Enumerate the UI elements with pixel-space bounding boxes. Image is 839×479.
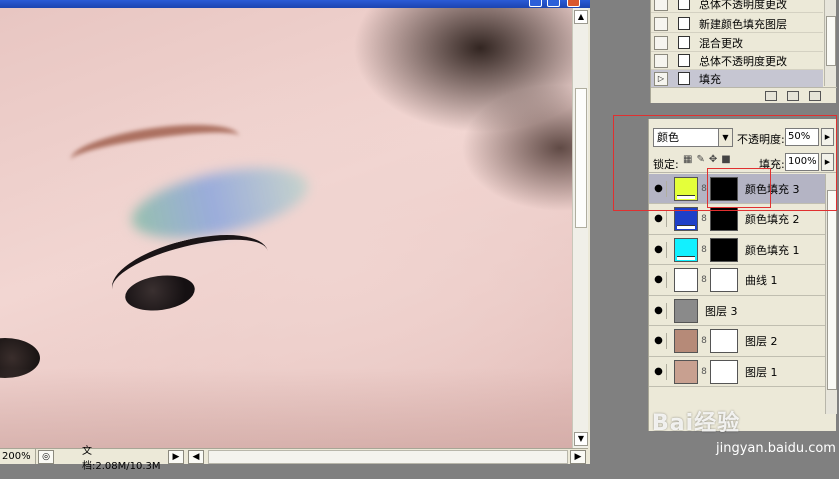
history-checkbox[interactable] bbox=[654, 0, 668, 11]
history-label: 总体不透明度更改 bbox=[699, 54, 787, 68]
navigator-icon[interactable]: ◎ bbox=[38, 449, 54, 464]
layer-name: 颜色填充 2 bbox=[745, 213, 800, 226]
image-canvas[interactable] bbox=[0, 8, 572, 448]
layer-mask-thumbnail[interactable] bbox=[710, 237, 738, 262]
document-info: 文档:2.08M/10.3M bbox=[82, 445, 161, 472]
link-chain-icon[interactable]: 8 bbox=[700, 275, 708, 285]
layer-row[interactable]: ● 8 图层 2 bbox=[649, 327, 825, 357]
layer-name: 颜色填充 1 bbox=[745, 243, 800, 257]
history-checkbox[interactable] bbox=[654, 16, 668, 31]
fill-layer-icon bbox=[677, 255, 695, 260]
layer-name: 图层 2 bbox=[745, 335, 778, 348]
photoshop-workspace: ▲ ▼ 200% ◎ 文档:2.08M/10.3M ▶ ◀ ▶ 总体不透明度更改… bbox=[0, 0, 839, 479]
layer-mask-thumbnail[interactable] bbox=[710, 359, 738, 384]
history-state-icon bbox=[678, 0, 690, 10]
eyebrow-region bbox=[68, 116, 242, 180]
zoom-level[interactable]: 200% bbox=[0, 449, 36, 464]
fill-layer-icon bbox=[677, 225, 695, 229]
layer-thumbnail[interactable] bbox=[674, 359, 698, 384]
history-item[interactable]: 总体不透明度更改 bbox=[651, 0, 823, 13]
layer-mask-thumbnail[interactable] bbox=[710, 329, 738, 353]
eye-icon[interactable]: ● bbox=[651, 302, 667, 319]
history-item[interactable]: 混合更改 bbox=[651, 34, 823, 52]
history-panel: 总体不透明度更改 新建颜色填充图层 混合更改 总体不透明度更改 ▷ 填充 bbox=[650, 0, 837, 103]
annotation-box-mask bbox=[707, 168, 771, 208]
layer-thumbnail[interactable] bbox=[674, 237, 698, 262]
eye-icon[interactable]: ● bbox=[651, 363, 667, 380]
layer-thumbnail[interactable] bbox=[674, 329, 698, 353]
maximize-button[interactable] bbox=[547, 0, 560, 7]
layer-row[interactable]: ● 8 颜色填充 1 bbox=[649, 235, 825, 265]
watermark-logo: Bai经验 bbox=[652, 405, 832, 445]
layer-row[interactable]: ● 8 曲线 1 bbox=[649, 266, 825, 296]
scroll-up-arrow-icon[interactable]: ▲ bbox=[574, 10, 588, 24]
history-state-icon bbox=[678, 72, 690, 85]
history-state-icon bbox=[678, 17, 690, 30]
new-document-from-state-icon[interactable] bbox=[765, 90, 777, 101]
trash-icon[interactable] bbox=[809, 90, 821, 101]
scroll-right-arrow-icon[interactable]: ▶ bbox=[570, 449, 586, 464]
history-label: 新建颜色填充图层 bbox=[699, 17, 787, 31]
history-checkbox[interactable]: ▷ bbox=[654, 71, 668, 86]
layers-scroll-thumb[interactable] bbox=[827, 190, 837, 390]
minimize-button[interactable] bbox=[529, 0, 542, 7]
history-label: 填充 bbox=[699, 72, 721, 86]
watermark-url: jingyan.baidu.com bbox=[716, 441, 836, 456]
history-checkbox[interactable] bbox=[654, 53, 668, 68]
document-title-bar[interactable] bbox=[0, 0, 590, 8]
status-bar: 200% ◎ 文档:2.08M/10.3M ▶ ◀ ▶ bbox=[0, 446, 588, 472]
history-scrollbar[interactable] bbox=[824, 0, 836, 86]
eye-icon[interactable]: ● bbox=[651, 211, 667, 227]
scroll-down-arrow-icon[interactable]: ▼ bbox=[574, 432, 588, 446]
history-state-icon bbox=[678, 54, 690, 67]
history-item[interactable]: 新建颜色填充图层 bbox=[651, 15, 823, 33]
link-chain-icon[interactable]: 8 bbox=[700, 367, 708, 377]
document-window: ▲ ▼ 200% ◎ 文档:2.08M/10.3M ▶ ◀ ▶ bbox=[0, 0, 590, 472]
eye-icon[interactable]: ● bbox=[651, 333, 667, 349]
history-checkbox[interactable] bbox=[654, 35, 668, 50]
cheek-region bbox=[0, 368, 572, 448]
layer-name: 图层 3 bbox=[705, 304, 738, 318]
scroll-left-arrow-icon[interactable]: ◀ bbox=[188, 449, 204, 464]
history-label: 总体不透明度更改 bbox=[699, 0, 787, 11]
history-state-icon bbox=[678, 36, 690, 49]
link-chain-icon[interactable]: 8 bbox=[700, 336, 708, 346]
eye-icon[interactable]: ● bbox=[651, 272, 667, 288]
layer-name: 图层 1 bbox=[745, 365, 778, 379]
layer-row[interactable]: ● 图层 3 bbox=[649, 296, 825, 326]
scroll-thumb[interactable] bbox=[575, 88, 587, 228]
watermark-brand: Bai经验 bbox=[652, 411, 741, 436]
layer-thumbnail[interactable] bbox=[674, 298, 698, 323]
eye-icon[interactable]: ● bbox=[651, 241, 667, 258]
history-item-current[interactable]: ▷ 填充 bbox=[651, 70, 823, 88]
history-footer bbox=[651, 87, 837, 103]
status-menu-arrow-icon[interactable]: ▶ bbox=[168, 449, 184, 464]
canvas-vertical-scrollbar[interactable]: ▲ ▼ bbox=[572, 8, 588, 448]
link-chain-icon[interactable]: 8 bbox=[700, 245, 708, 255]
camera-snapshot-icon[interactable] bbox=[787, 90, 799, 101]
layer-mask-thumbnail[interactable] bbox=[710, 268, 738, 292]
link-chain-icon[interactable]: 8 bbox=[700, 214, 708, 224]
layer-row[interactable]: ● 8 图层 1 bbox=[649, 357, 825, 387]
layer-name: 曲线 1 bbox=[745, 274, 778, 287]
close-button[interactable] bbox=[567, 0, 580, 7]
history-item[interactable]: 总体不透明度更改 bbox=[651, 52, 823, 70]
layer-thumbnail[interactable] bbox=[674, 268, 698, 292]
history-scroll-thumb[interactable] bbox=[826, 16, 836, 66]
canvas-horizontal-scrollbar[interactable] bbox=[208, 449, 568, 464]
history-label: 混合更改 bbox=[699, 36, 743, 50]
